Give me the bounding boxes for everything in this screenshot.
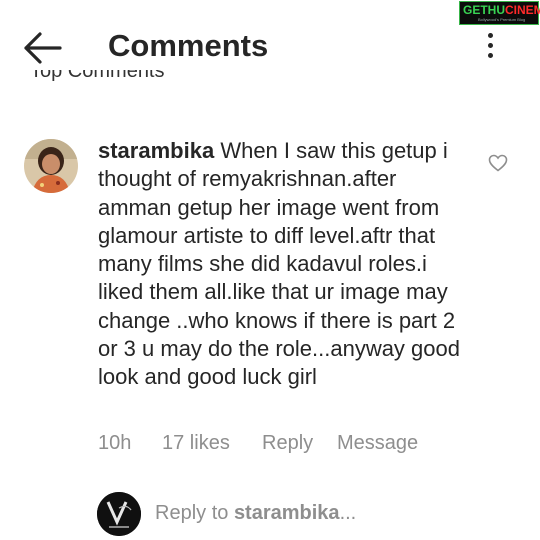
watermark-logo: GETHUCINEMA Bollywood's Premium Blog xyxy=(459,1,540,25)
heart-icon[interactable] xyxy=(488,154,508,172)
comment-likes[interactable]: 17 likes xyxy=(162,432,230,455)
comment-text: When I saw this getup i thought of remya… xyxy=(98,138,460,390)
page-title: Comments xyxy=(108,28,269,63)
avatar-image xyxy=(24,139,78,193)
avatar[interactable] xyxy=(24,139,78,193)
comment-username[interactable]: starambika xyxy=(98,138,214,163)
comment-time: 10h xyxy=(98,432,132,454)
current-user-avatar xyxy=(97,492,141,536)
reply-suffix: ... xyxy=(339,502,357,524)
arrow-left-icon[interactable] xyxy=(22,30,62,66)
comment-body: starambika When I saw this getup i thoug… xyxy=(98,137,473,392)
top-comments-label: Top Comments xyxy=(30,70,165,82)
message-button[interactable]: Message xyxy=(337,432,418,455)
watermark-tagline: Bollywood's Premium Blog xyxy=(478,17,526,22)
reply-button[interactable]: Reply xyxy=(262,432,313,455)
reply-target-username: starambika xyxy=(233,502,340,524)
watermark-brand-b: CINEMA xyxy=(505,3,540,17)
reply-input[interactable]: Reply to starambika... xyxy=(155,502,356,525)
kebab-icon[interactable] xyxy=(478,33,502,63)
current-user-avatar-image xyxy=(97,492,141,536)
reply-prefix: Reply to xyxy=(155,502,234,524)
watermark-brand-a: GETHU xyxy=(463,3,505,17)
